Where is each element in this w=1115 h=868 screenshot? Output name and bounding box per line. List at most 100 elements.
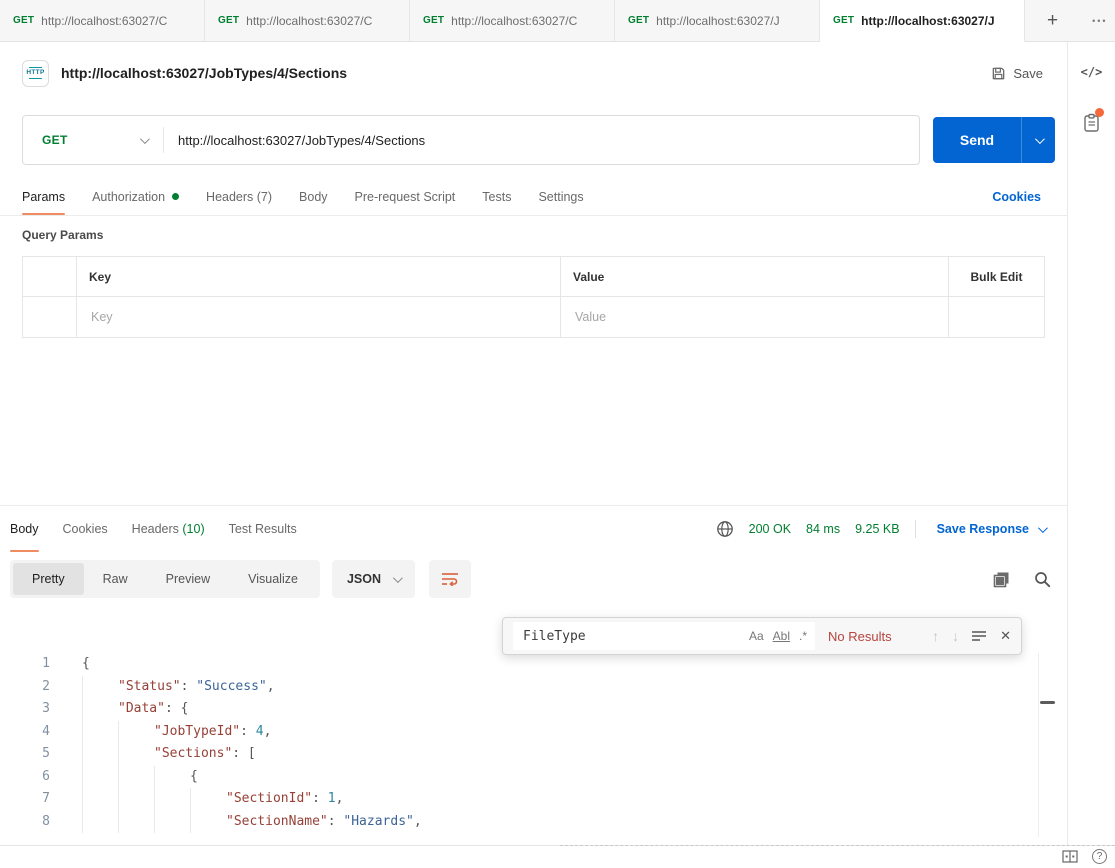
request-workspace: HTTP http://localhost:63027/JobTypes/4/S… [0,42,1067,845]
format-selector[interactable]: JSON [332,560,415,598]
close-icon[interactable]: ✕ [1000,628,1011,644]
indent-guide [118,721,154,744]
request-tab[interactable]: GEThttp://localhost:63027/C [205,0,410,42]
floppy-icon [991,66,1006,81]
indent-guide [82,788,118,811]
request-tab[interactable]: GEThttp://localhost:63027/J [820,0,1025,42]
green-dot-icon [172,193,179,200]
scrollbar-thumb[interactable] [1040,701,1055,704]
code-line: 5 "Sections": [ [0,743,1039,766]
param-actions-cell [949,297,1044,337]
find-input[interactable] [521,628,740,645]
row-handle [23,297,77,337]
view-mode-raw[interactable]: Raw [84,563,147,595]
code-line: 1{ [0,653,1039,676]
split-pane-icon [1062,850,1078,863]
more-tabs-icon[interactable]: ••• [1086,12,1113,30]
indent-guide [82,698,118,721]
json-punctuation: : [ [232,743,255,766]
status-bar: ? [0,845,1115,868]
method-label: GET [42,133,68,147]
find-input-box[interactable]: Aa Abl .* [513,622,815,650]
indent-guide [190,788,226,811]
divider [915,520,916,538]
tab-label: Tests [482,190,511,204]
new-tab-button[interactable]: + [1041,9,1064,32]
documentation-icon[interactable] [1068,113,1115,133]
save-response-button[interactable]: Save Response [931,521,1051,537]
response-tab-test-results[interactable]: Test Results [229,506,297,552]
wrap-lines-button[interactable] [429,560,471,598]
indent-guide [154,811,190,834]
response-status-bar: 200 OK 84 ms 9.25 KB Save Response [716,506,1067,552]
previous-match-icon[interactable]: ↑ [932,628,939,644]
search-button[interactable] [1032,569,1053,590]
regex-icon[interactable]: .* [799,629,807,643]
resize-handle[interactable] [560,845,1115,846]
tab-headers-7[interactable]: Headers (7) [206,178,272,215]
save-button[interactable]: Save [983,62,1051,85]
send-button[interactable]: Send [933,117,1055,163]
request-tab[interactable]: GEThttp://localhost:63027/C [410,0,615,42]
search-options-icon[interactable] [972,630,987,642]
help-button[interactable]: ? [1092,849,1107,864]
query-params-title: Query Params [22,228,103,242]
tab-settings[interactable]: Settings [538,178,583,215]
code-line: 4"JobTypeId": 4, [0,721,1039,744]
match-case-icon[interactable]: Aa [749,629,764,643]
next-match-icon[interactable]: ↓ [952,628,959,644]
view-mode-pretty[interactable]: Pretty [13,563,84,595]
param-value-cell[interactable] [561,297,949,337]
line-content: "Data": { [82,698,188,721]
tab-params[interactable]: Params [22,178,65,215]
line-content: { [82,653,90,676]
tab-method-label: GET [833,15,854,26]
bulk-edit-button[interactable]: Bulk Edit [949,257,1044,297]
chevron-down-icon [140,134,150,144]
tab-body[interactable]: Body [299,178,328,215]
line-content: "Sections": [ [82,743,256,766]
json-punctuation: { [82,653,90,676]
tab-label: Headers [132,522,179,536]
tab-label: Settings [538,190,583,204]
param-value-input[interactable] [573,309,936,325]
request-section-tabs: Params Authorization Headers (7) Body Pre-re… [0,178,1067,216]
code-line: 2"Status": "Success", [0,676,1039,699]
find-dialog: Aa Abl .* No Results ↑ ↓ ✕ [502,617,1022,655]
query-params-table: Key Value Bulk Edit [22,256,1045,338]
code-snippet-icon[interactable]: </> [1068,65,1115,79]
response-tab-body[interactable]: Body [10,506,39,552]
code-line: 7"SectionId": 1, [0,788,1039,811]
response-tab-headers[interactable]: Headers (10) [132,506,205,552]
line-number: 5 [0,743,56,766]
view-mode-visualize[interactable]: Visualize [229,563,317,595]
globe-icon[interactable] [716,520,734,538]
param-key-input[interactable] [89,309,548,325]
request-tab[interactable]: GEThttp://localhost:63027/J [615,0,820,42]
tab-authorization[interactable]: Authorization [92,178,179,215]
split-pane-button[interactable] [1062,850,1078,863]
response-body-viewer[interactable]: 1{2"Status": "Success",3"Data": {4"JobTy… [0,653,1039,841]
search-results-status: No Results [828,629,892,644]
response-panel: Body Cookies Headers (10) Test Results 200 … [0,505,1067,845]
copy-button[interactable] [991,569,1012,590]
send-options-button[interactable] [1021,117,1055,163]
whole-word-icon[interactable]: Abl [773,629,790,643]
row-handle-header [23,257,77,297]
url-builder: GET [22,115,920,165]
request-tab[interactable]: GEThttp://localhost:63027/C [0,0,205,42]
json-number: 4 [256,721,264,744]
tab-pre-request-script[interactable]: Pre-request Script [355,178,456,215]
tab-tests[interactable]: Tests [482,178,511,215]
view-mode-preview[interactable]: Preview [147,563,229,595]
cookies-link[interactable]: Cookies [992,178,1041,215]
response-tab-cookies[interactable]: Cookies [63,506,108,552]
method-selector[interactable]: GET [23,116,163,164]
indent-guide [82,721,118,744]
tab-count: (10) [179,522,205,536]
param-key-cell[interactable] [77,297,561,337]
json-string: "Success" [196,676,266,699]
url-input[interactable] [164,116,919,164]
json-punctuation: , [264,721,272,744]
tab-label: Test Results [229,522,297,536]
